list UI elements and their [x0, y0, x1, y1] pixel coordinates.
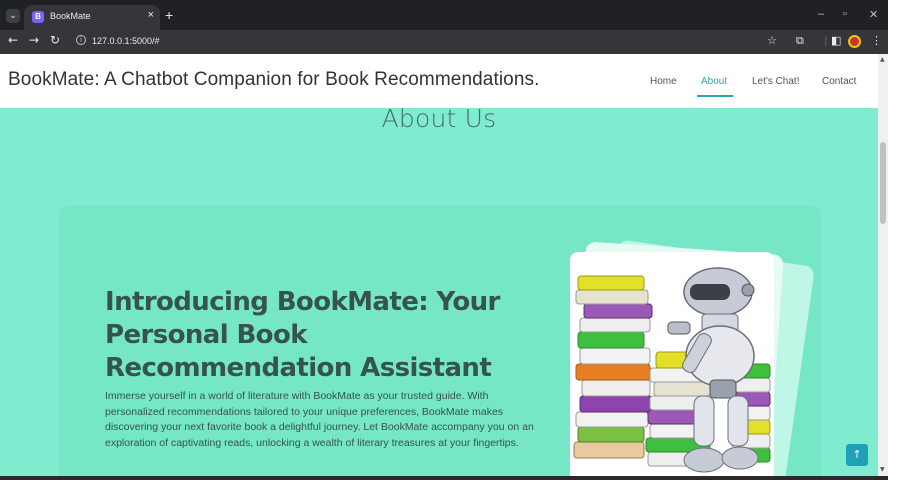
scroll-down-icon[interactable]: ▼	[880, 466, 885, 473]
site-header: BookMate: A Chatbot Companion for Book R…	[0, 54, 878, 108]
toolbar-divider: |	[824, 34, 828, 47]
window-bottom-edge	[0, 476, 888, 480]
close-icon[interactable]: ✕	[869, 8, 878, 21]
book-stack-left-icon	[573, 275, 653, 459]
page-scrollbar[interactable]: ▲ ▼	[878, 54, 888, 476]
page-viewport: BookMate: A Chatbot Companion for Book R…	[0, 54, 878, 476]
tab-close-icon[interactable]: ×	[148, 9, 154, 21]
forward-icon[interactable]: →	[29, 33, 39, 47]
minimize-icon[interactable]: –	[818, 8, 824, 20]
maximize-icon[interactable]: ▫	[843, 8, 847, 20]
browser-tab-bar: ⌄ B BookMate × + – ▫ ✕	[0, 0, 888, 30]
side-panel-icon[interactable]: ◧	[831, 34, 841, 47]
nav-about[interactable]: About	[701, 76, 727, 87]
robot-books-image	[570, 252, 774, 476]
nav-active-underline	[697, 95, 733, 97]
extensions-icon[interactable]: ⧉	[796, 34, 804, 48]
url-text: 127.0.0.1:5000/#	[92, 36, 160, 46]
scroll-up-icon[interactable]: ▲	[880, 56, 885, 63]
back-to-top-button[interactable]: ↑	[846, 444, 868, 466]
back-icon[interactable]: ←	[8, 33, 18, 47]
kebab-menu-icon[interactable]: ⋮	[871, 34, 882, 47]
profile-avatar-icon[interactable]	[848, 35, 861, 48]
about-heading: Introducing BookMate: Your Personal Book…	[105, 287, 500, 383]
scroll-thumb[interactable]	[880, 142, 886, 224]
bookmark-star-icon[interactable]: ☆	[767, 34, 777, 47]
tab-search-icon[interactable]: ⌄	[6, 9, 20, 23]
nav-home[interactable]: Home	[650, 76, 677, 87]
robot-books-illustration	[556, 239, 816, 476]
site-info-icon[interactable]: i	[76, 35, 86, 45]
tab-favicon-icon: B	[32, 11, 44, 23]
site-brand[interactable]: BookMate: A Chatbot Companion for Book R…	[8, 69, 539, 91]
about-description: Immerse yourself in a world of literatur…	[105, 390, 534, 449]
browser-tab[interactable]: B BookMate ×	[24, 5, 160, 30]
window-edge	[888, 0, 897, 480]
nav-contact[interactable]: Contact	[822, 76, 856, 87]
browser-toolbar: ← → ↻ i 127.0.0.1:5000/# ☆ ⧉ | ◧ ⋮	[0, 30, 888, 54]
tab-title: BookMate	[50, 11, 91, 21]
robot-books-icon	[573, 267, 771, 473]
section-title: About Us	[381, 104, 497, 133]
reload-icon[interactable]: ↻	[50, 33, 60, 47]
address-bar[interactable]: i 127.0.0.1:5000/#	[70, 32, 790, 52]
new-tab-button[interactable]: +	[165, 7, 173, 23]
nav-lets-chat[interactable]: Let's Chat!	[752, 76, 800, 87]
